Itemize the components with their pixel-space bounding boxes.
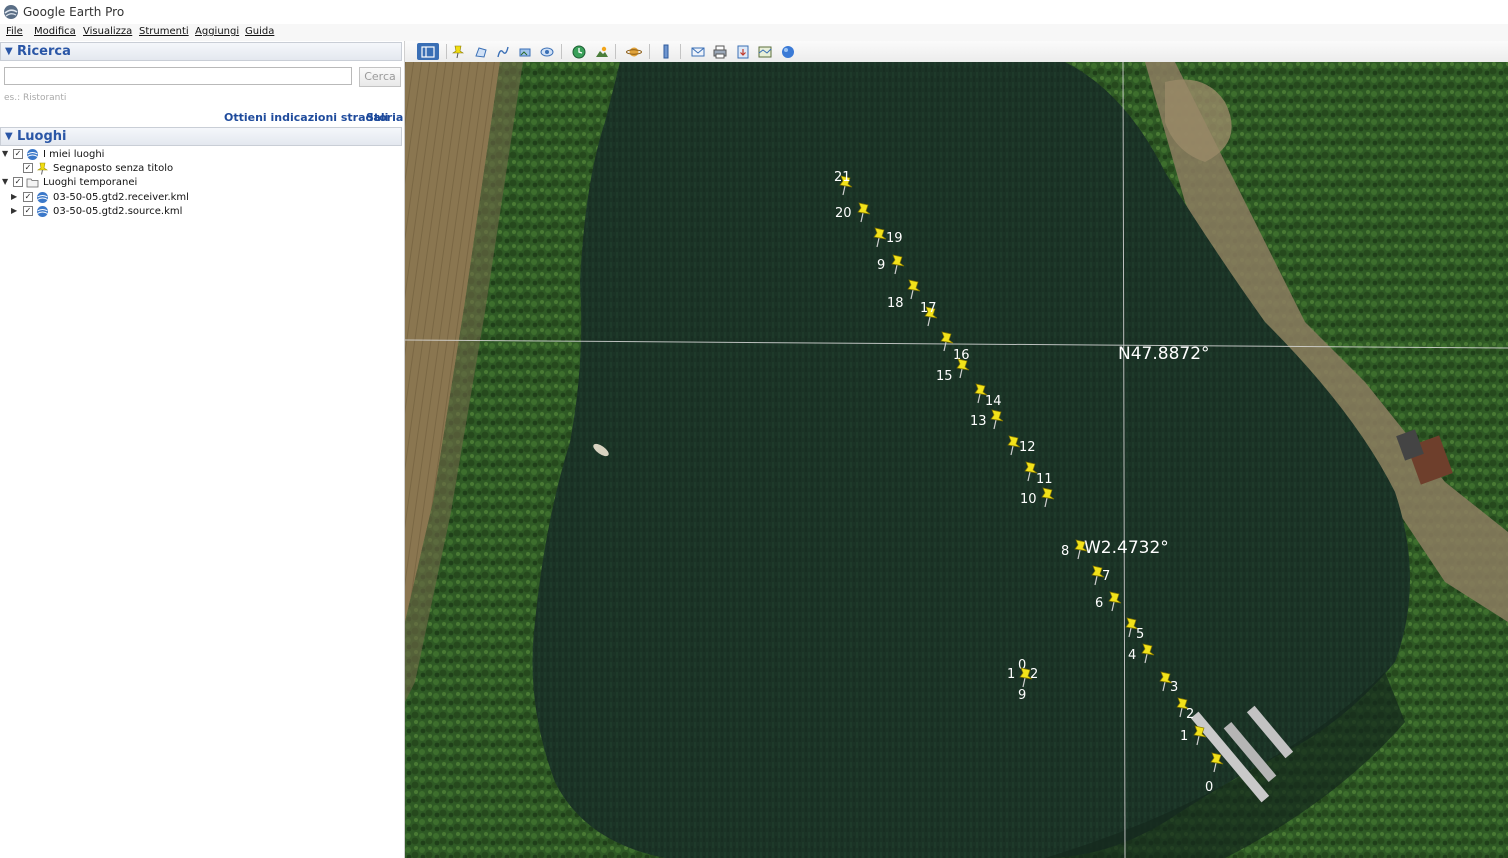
tree-item-untitled-placemark[interactable]: ✓ Segnaposto senza titolo xyxy=(0,162,400,176)
pin-label: 2 xyxy=(1186,707,1194,722)
visibility-checkbox[interactable]: ✓ xyxy=(13,149,23,159)
visibility-checkbox[interactable]: ✓ xyxy=(23,206,33,216)
pin-label: 13 xyxy=(970,414,987,429)
pin-label: 20 xyxy=(835,206,852,221)
menu-guida[interactable]: Guida xyxy=(245,26,274,37)
menu-bar: File Modifica Visualizza Strumenti Aggiu… xyxy=(0,24,1508,41)
tree-item-label: Segnaposto senza titolo xyxy=(53,163,174,174)
tree-item-label: Luoghi temporanei xyxy=(43,177,138,188)
pin-label: 11 xyxy=(1036,472,1053,487)
collapse-triangle-icon[interactable]: ▼ xyxy=(5,46,13,57)
tree-item-label: 03-50-05.gtd2.source.kml xyxy=(53,206,183,217)
add-polygon-icon[interactable] xyxy=(472,43,490,60)
save-image-icon[interactable] xyxy=(734,43,752,60)
sidebar-toggle-icon[interactable] xyxy=(417,43,439,60)
menu-modifica[interactable]: Modifica xyxy=(34,26,76,37)
sunlight-icon[interactable] xyxy=(593,43,611,60)
pin-label: 2 xyxy=(1030,667,1038,682)
pushpin-icon xyxy=(37,162,48,175)
pin-label: 9 xyxy=(1018,688,1026,703)
history-link[interactable]: Storia xyxy=(366,111,403,124)
record-tour-icon[interactable] xyxy=(538,43,556,60)
visibility-checkbox[interactable]: ✓ xyxy=(23,163,33,173)
tree-item-label: I miei luoghi xyxy=(43,149,105,160)
pin-label: 18 xyxy=(887,296,904,311)
kml-globe-icon xyxy=(37,192,48,203)
tree-item-receiver-kml[interactable]: ▶ ✓ 03-50-05.gtd2.receiver.kml xyxy=(0,191,400,205)
get-directions-link[interactable]: Ottieni indicazioni stradali xyxy=(224,111,388,124)
satellite-map[interactable]: N47.8872° W2.4732° 0 1 2 9 212019918 1716… xyxy=(405,62,1508,858)
ruler-icon[interactable] xyxy=(657,43,675,60)
kml-globe-icon xyxy=(37,206,48,217)
historical-imagery-icon[interactable] xyxy=(570,43,588,60)
view-in-maps-icon[interactable] xyxy=(756,43,774,60)
network-globe-icon xyxy=(27,149,38,160)
pin-label: 6 xyxy=(1095,596,1103,611)
add-path-icon[interactable] xyxy=(494,43,512,60)
tree-item-temporary-places[interactable]: ▼ ✓ Luoghi temporanei xyxy=(0,176,400,190)
sign-in-icon[interactable] xyxy=(779,43,797,60)
pin-label: 3 xyxy=(1170,680,1178,695)
places-section-header[interactable]: ▼ Luoghi xyxy=(0,127,402,146)
longitude-label: W2.4732° xyxy=(1084,538,1169,558)
pin-label: 1 xyxy=(1007,667,1015,682)
pin-label: 8 xyxy=(1061,544,1069,559)
expand-arrow-icon[interactable]: ▶ xyxy=(11,192,17,201)
tree-item-source-kml[interactable]: ▶ ✓ 03-50-05.gtd2.source.kml xyxy=(0,205,400,219)
search-hint: es.: Ristoranti xyxy=(4,93,67,103)
search-section-header[interactable]: ▼ Ricerca xyxy=(0,42,402,61)
places-section-title: Luoghi xyxy=(17,129,67,144)
tree-item-label: 03-50-05.gtd2.receiver.kml xyxy=(53,192,189,203)
pin-label: 15 xyxy=(936,369,953,384)
email-icon[interactable] xyxy=(689,43,707,60)
search-section-title: Ricerca xyxy=(17,44,71,59)
pin-label: 4 xyxy=(1128,648,1136,663)
search-input[interactable] xyxy=(4,67,352,85)
search-button[interactable]: Cerca xyxy=(359,67,401,87)
expand-arrow-icon[interactable]: ▶ xyxy=(11,206,17,215)
map-toolbar xyxy=(405,41,1508,63)
map-view[interactable]: N47.8872° W2.4732° 0 1 2 9 21 20 19 9 18 17 16… xyxy=(405,62,1508,858)
menu-aggiungi[interactable]: Aggiungi xyxy=(195,26,239,37)
menu-visualizza[interactable]: Visualizza xyxy=(83,26,132,37)
add-image-overlay-icon[interactable] xyxy=(516,43,534,60)
tree-item-my-places[interactable]: ▼ ✓ I miei luoghi xyxy=(0,148,400,162)
title-bar: Google Earth Pro xyxy=(0,0,1508,25)
pin-label: 14 xyxy=(985,394,1002,409)
visibility-checkbox[interactable]: ✓ xyxy=(23,192,33,202)
folder-icon xyxy=(26,178,39,188)
collapse-triangle-icon[interactable]: ▼ xyxy=(5,131,13,142)
pin-label: 5 xyxy=(1136,627,1144,642)
menu-file[interactable]: File xyxy=(6,26,23,37)
window-title: Google Earth Pro xyxy=(23,5,125,19)
pin-label: 17 xyxy=(920,301,937,316)
print-icon[interactable] xyxy=(711,43,729,60)
pin-label: 12 xyxy=(1019,440,1036,455)
menu-strumenti[interactable]: Strumenti xyxy=(139,26,189,37)
planets-icon[interactable] xyxy=(625,43,643,60)
add-placemark-icon[interactable] xyxy=(449,43,467,60)
pin-label: 7 xyxy=(1102,569,1110,584)
pin-label: 1 xyxy=(1180,729,1188,744)
pin-label: 0 xyxy=(1205,780,1213,795)
expand-arrow-icon[interactable]: ▼ xyxy=(2,177,8,186)
google-earth-icon xyxy=(4,5,18,19)
visibility-checkbox[interactable]: ✓ xyxy=(13,177,23,187)
pin-label: 10 xyxy=(1020,492,1037,507)
latitude-label: N47.8872° xyxy=(1118,344,1210,364)
pin-label: 9 xyxy=(877,258,885,273)
side-panel: ▼ Ricerca Cerca es.: Ristoranti Ottieni … xyxy=(0,41,405,858)
pin-label: 21 xyxy=(834,170,851,185)
pin-label: 19 xyxy=(886,231,903,246)
expand-arrow-icon[interactable]: ▼ xyxy=(2,149,8,158)
